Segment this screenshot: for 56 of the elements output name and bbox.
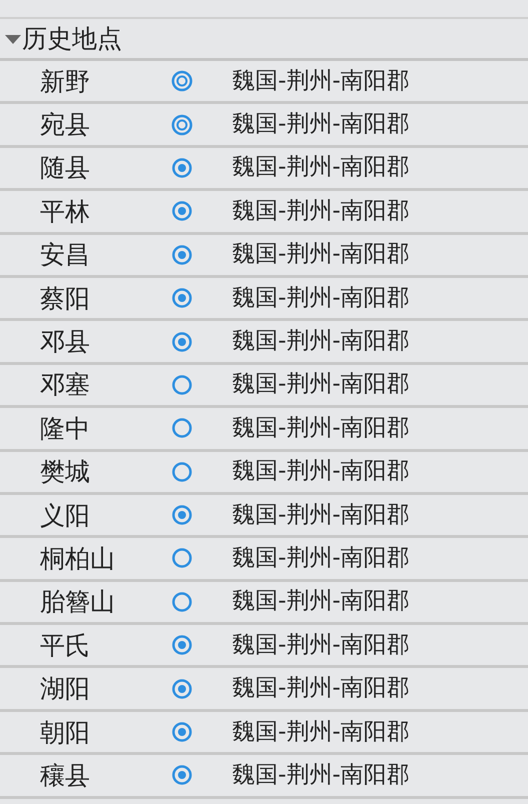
dot-in-ring-icon: [171, 156, 193, 179]
place-name: 平氏: [39, 632, 91, 658]
region-path: 魏国-荆州-南阳郡: [232, 330, 410, 354]
place-name: 湖阳: [39, 676, 91, 702]
dot-in-ring-icon: [171, 244, 193, 266]
region-path: 魏国-荆州-南阳郡: [232, 286, 410, 310]
region-path: 魏国-荆州-南阳郡: [232, 200, 410, 223]
place-name: 宛县: [39, 112, 91, 138]
dot-in-ring-icon: [171, 721, 193, 744]
place-name: 樊城: [39, 459, 91, 484]
region-path: 魏国-荆州-南阳郡: [232, 720, 410, 744]
region-path: 魏国-荆州-南阳郡: [232, 156, 410, 180]
ring-icon: [171, 590, 193, 613]
dot-in-ring-icon: [171, 200, 193, 222]
region-path: 魏国-荆州-南阳郡: [232, 504, 410, 527]
double-ring-icon: [171, 114, 193, 136]
dot-in-ring-icon: [171, 330, 193, 353]
region-path: 魏国-荆州-南阳郡: [232, 546, 410, 570]
ring-icon: [171, 547, 193, 570]
region-path: 魏国-荆州-南阳郡: [232, 113, 410, 136]
list-row[interactable]: 胎簪山 魏国-荆州-南阳郡: [0, 582, 528, 626]
place-name: 安昌: [39, 242, 91, 268]
dot-in-ring-icon: [171, 764, 193, 786]
dot-in-ring-icon: [171, 678, 193, 700]
place-name: 朝阳: [39, 720, 91, 745]
place-name: 邓塞: [39, 372, 91, 398]
double-ring-icon: [171, 70, 193, 92]
ring-icon: [171, 417, 193, 440]
place-name: 桐柏山: [39, 546, 116, 571]
place-name: 平林: [39, 198, 91, 224]
place-name: 邓县: [39, 329, 91, 354]
region-path: 魏国-荆州-南阳郡: [232, 764, 410, 787]
region-path: 魏国-荆州-南阳郡: [232, 243, 410, 266]
place-name: 蔡阳: [39, 286, 91, 311]
dot-in-ring-icon: [171, 287, 193, 310]
dot-in-ring-icon: [171, 504, 193, 526]
place-name: 穰县: [39, 762, 91, 788]
place-name: 新野: [39, 68, 91, 94]
region-path: 魏国-荆州-南阳郡: [232, 70, 410, 93]
list-row[interactable]: 樊城 魏国-荆州-南阳郡: [0, 452, 528, 495]
region-path: 魏国-荆州-南阳郡: [232, 590, 410, 614]
region-path: 魏国-荆州-南阳郡: [232, 416, 410, 440]
ring-icon: [171, 460, 193, 483]
place-name: 随县: [39, 155, 91, 180]
place-name: 胎簪山: [39, 589, 116, 614]
dot-in-ring-icon: [171, 634, 193, 656]
ring-icon: [171, 374, 193, 396]
list-row[interactable]: 安昌 魏国-荆州-南阳郡: [0, 234, 528, 278]
place-name: 隆中: [39, 416, 91, 441]
group-title: 历史地点: [22, 26, 122, 51]
region-path: 魏国-荆州-南阳郡: [232, 373, 410, 396]
list-row[interactable]: 邓塞 魏国-荆州-南阳郡: [0, 364, 528, 408]
region-path: 魏国-荆州-南阳郡: [232, 677, 410, 700]
region-path: 魏国-荆州-南阳郡: [232, 460, 410, 484]
region-path: 魏国-荆州-南阳郡: [232, 634, 410, 657]
place-name: 义阳: [39, 502, 91, 528]
